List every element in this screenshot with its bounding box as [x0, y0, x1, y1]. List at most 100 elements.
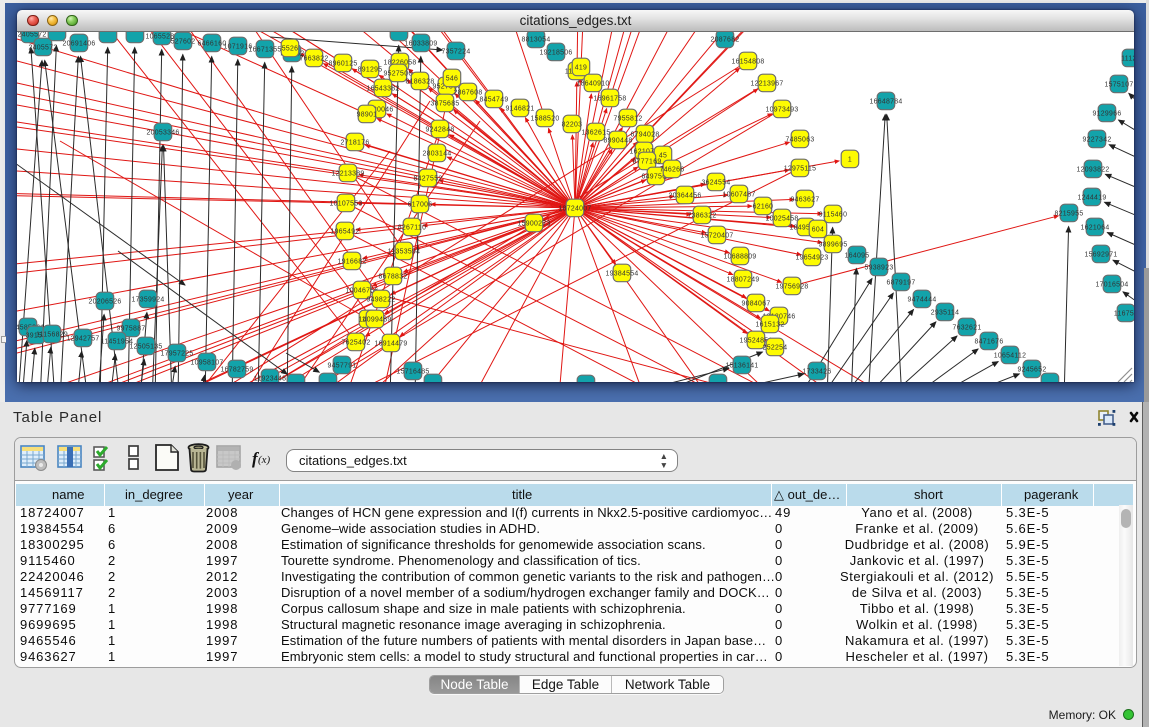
svg-text:8678832: 8678832: [379, 273, 408, 280]
svg-text:14099489: 14099489: [358, 316, 391, 323]
svg-text:17016504: 17016504: [1095, 281, 1128, 288]
svg-text:8813054: 8813054: [522, 36, 551, 43]
svg-text:8454749: 8454749: [480, 96, 509, 103]
svg-text:8215955: 8215955: [1055, 210, 1084, 217]
svg-text:9146821: 9146821: [506, 105, 535, 112]
svg-text:8471676: 8471676: [975, 338, 1004, 345]
svg-text:7386322: 7386322: [688, 212, 717, 219]
svg-text:1: 1: [848, 156, 852, 163]
svg-text:3624554: 3624554: [702, 179, 731, 186]
svg-text:11156829: 11156829: [36, 331, 68, 338]
svg-text:20691406: 20691406: [62, 40, 95, 47]
svg-text:18724007: 18724007: [558, 205, 591, 212]
svg-text:9115460: 9115460: [819, 211, 847, 218]
svg-text:16154808: 16154808: [731, 58, 764, 65]
svg-text:98901: 98901: [357, 111, 378, 118]
svg-text:9463627: 9463627: [791, 196, 820, 203]
svg-text:746266: 746266: [660, 166, 685, 173]
svg-text:9245652: 9245652: [1018, 366, 1047, 373]
svg-text:6879197: 6879197: [887, 279, 916, 286]
svg-text:10973493: 10973493: [765, 106, 798, 113]
svg-text:1588520: 1588520: [531, 115, 560, 122]
svg-text:7625402: 7625402: [342, 339, 371, 346]
svg-text:11451954: 11451954: [101, 338, 134, 345]
svg-text:164095: 164095: [845, 252, 870, 259]
svg-text:7663822: 7663822: [300, 55, 329, 62]
svg-text:527602: 527602: [171, 38, 196, 45]
svg-text:9457791: 9457791: [328, 362, 357, 369]
svg-text:10688809: 10688809: [723, 253, 756, 260]
svg-text:11923448: 11923448: [254, 375, 287, 382]
svg-text:16914479: 16914479: [374, 340, 407, 347]
svg-text:252254: 252254: [763, 344, 788, 351]
svg-text:2935114: 2935114: [931, 309, 959, 316]
svg-text:20206526: 20206526: [88, 298, 121, 305]
svg-text:10107553: 10107553: [329, 200, 362, 207]
svg-text:9777169: 9777169: [633, 158, 662, 165]
svg-text:17957225: 17957225: [160, 350, 193, 357]
svg-text:1575107: 1575107: [1105, 81, 1134, 88]
svg-text:5526: 5526: [282, 45, 299, 52]
svg-text:1615132: 1615132: [756, 321, 785, 328]
svg-text:2718176: 2718176: [341, 139, 370, 146]
svg-text:9129966: 9129966: [1093, 110, 1122, 117]
svg-text:9474444: 9474444: [908, 296, 937, 303]
svg-text:16033809: 16033809: [404, 40, 437, 47]
svg-text:891295: 891295: [358, 66, 383, 73]
svg-text:82203: 82203: [562, 121, 583, 128]
svg-text:12505135: 12505135: [129, 343, 162, 350]
svg-text:7357224: 7357224: [442, 48, 471, 55]
svg-text:9975887: 9975887: [117, 325, 146, 332]
svg-text:19218506: 19218506: [539, 49, 572, 56]
svg-text:(x): (x): [258, 454, 271, 466]
svg-text:1965492: 1965492: [331, 228, 360, 235]
svg-text:3875685: 3875685: [431, 100, 460, 107]
svg-text:10607487: 10607487: [722, 191, 755, 198]
svg-text:8427552: 8427552: [414, 175, 443, 182]
svg-text:17359924: 17359924: [131, 296, 164, 303]
svg-text:9527506: 9527506: [384, 70, 413, 77]
svg-text:8960125: 8960125: [329, 60, 358, 67]
svg-text:419: 419: [575, 64, 587, 71]
svg-text:6466160: 6466160: [198, 40, 227, 47]
svg-text:16543382: 16543382: [366, 85, 399, 92]
svg-text:12213389: 12213389: [331, 170, 364, 177]
svg-text:16961758: 16961758: [593, 95, 626, 102]
svg-text:16671355: 16671355: [248, 46, 281, 53]
svg-text:12405572: 12405572: [17, 32, 47, 38]
svg-text:15720407: 15720407: [700, 232, 733, 239]
svg-text:9498222: 9498222: [367, 296, 396, 303]
svg-text:62160: 62160: [753, 203, 774, 210]
svg-text:2867608: 2867608: [454, 89, 483, 96]
svg-text:9084067: 9084067: [742, 300, 771, 307]
svg-text:16782759: 16782759: [220, 366, 253, 373]
svg-text:19756928: 19756928: [775, 283, 808, 290]
svg-text:12942757: 12942757: [66, 335, 99, 342]
svg-text:617006: 617006: [408, 201, 433, 208]
svg-text:1362615: 1362615: [582, 129, 611, 136]
svg-text:15136141: 15136141: [725, 362, 758, 369]
svg-text:15900273: 15900273: [517, 220, 550, 227]
svg-text:10654112: 10654112: [994, 352, 1027, 359]
svg-text:11353594: 11353594: [388, 248, 421, 255]
svg-text:10958107: 10958107: [190, 359, 223, 366]
svg-text:7955812: 7955812: [614, 115, 643, 122]
svg-text:12213967: 12213967: [750, 80, 783, 87]
svg-text:12093822: 12093822: [1076, 166, 1109, 173]
svg-text:10025458: 10025458: [765, 215, 798, 222]
svg-text:7632621: 7632621: [953, 324, 982, 331]
svg-text:1621064: 1621064: [1081, 224, 1110, 231]
svg-text:8990448: 8990448: [604, 137, 633, 144]
svg-text:15716485: 15716485: [396, 368, 429, 375]
svg-text:8186328: 8186328: [406, 78, 435, 85]
svg-text:19654923: 19654923: [795, 254, 828, 261]
svg-text:8267110: 8267110: [398, 224, 426, 231]
svg-text:9227342: 9227342: [1083, 136, 1112, 143]
svg-text:1244419: 1244419: [1078, 194, 1107, 201]
svg-text:7485063: 7485063: [786, 136, 815, 143]
svg-text:2087682: 2087682: [711, 36, 740, 43]
svg-text:16648784: 16648784: [869, 98, 902, 105]
svg-text:15692971: 15692971: [1084, 251, 1117, 258]
svg-text:604: 604: [812, 226, 824, 233]
svg-text:9899695: 9899695: [819, 241, 848, 248]
